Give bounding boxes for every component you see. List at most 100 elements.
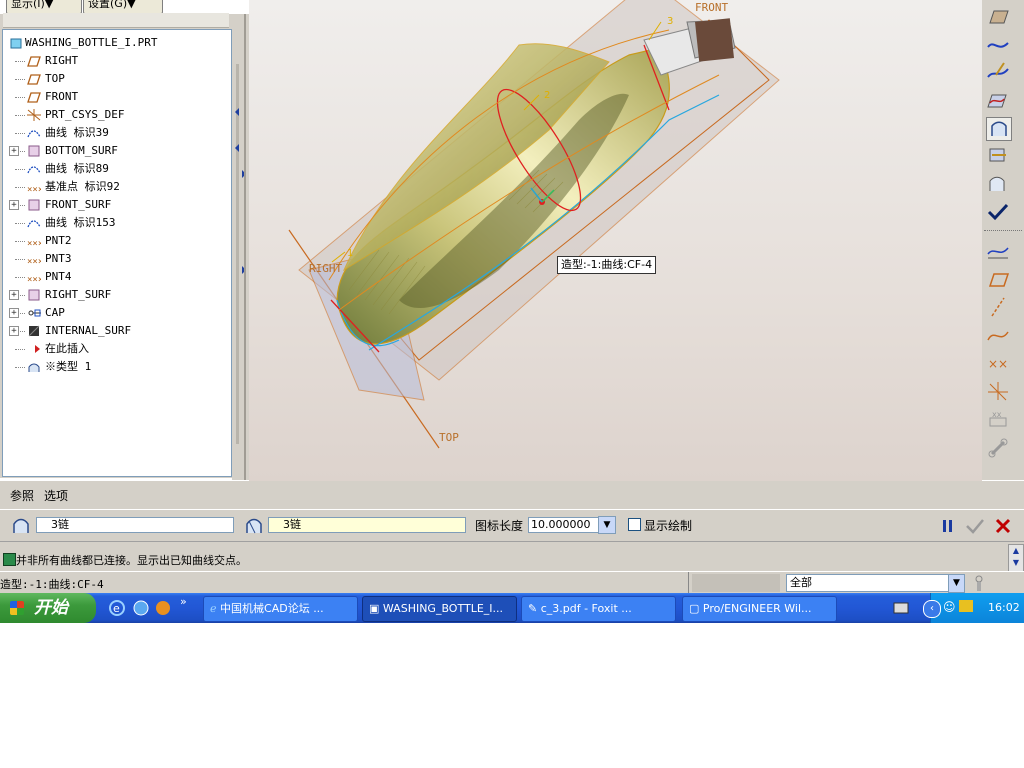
- filter-chevron-down-icon[interactable]: ▼: [948, 574, 965, 593]
- tree-item[interactable]: 曲线 标识39: [3, 124, 229, 142]
- surface-connect-icon[interactable]: [986, 145, 1010, 167]
- csys-tool-icon[interactable]: [986, 380, 1010, 402]
- expand-plus-icon[interactable]: +: [9, 308, 19, 318]
- datum-point-tool-icon[interactable]: ×××: [986, 352, 1010, 374]
- second-chain-field[interactable]: 3链: [268, 517, 466, 533]
- right-plane-label: RIGHT: [309, 262, 342, 275]
- create-curve-icon[interactable]: [986, 33, 1010, 55]
- tree-item[interactable]: ※类型 1: [3, 358, 229, 376]
- tab-options[interactable]: 选项: [44, 487, 68, 504]
- tree-item[interactable]: 曲线 标识153: [3, 214, 229, 232]
- csys-icon: [27, 109, 41, 121]
- message-scrollbar[interactable]: ▲ ▼: [1008, 544, 1024, 572]
- expand-plus-icon[interactable]: +: [9, 290, 19, 300]
- browser-quicklaunch-icon[interactable]: [132, 599, 150, 617]
- active-plane-icon[interactable]: [986, 5, 1010, 27]
- ok-check-icon[interactable]: [965, 517, 985, 535]
- tree-item-label: 曲线 标识153: [45, 216, 116, 229]
- drop-curve-icon[interactable]: [986, 61, 1010, 83]
- surface-trim-icon[interactable]: [986, 173, 1010, 195]
- tree-item-label: 曲线 标识39: [45, 126, 109, 139]
- curve-tag-3: 3: [667, 16, 673, 27]
- cancel-x-icon[interactable]: [994, 517, 1012, 535]
- task-cad-forum[interactable]: ℯ 中国机械CAD论坛 ...: [203, 596, 358, 622]
- tiger-quicklaunch-icon[interactable]: [154, 599, 172, 617]
- show-draft-checkbox[interactable]: [628, 518, 641, 531]
- ie-quicklaunch-icon[interactable]: e: [108, 599, 126, 617]
- tree-item[interactable]: TOP: [3, 70, 229, 88]
- icon-length-label: 图标长度: [475, 519, 524, 533]
- datum-axis-tool-icon[interactable]: [986, 296, 1010, 318]
- tree-item-label: 在此插入: [45, 342, 89, 355]
- curve-analysis-icon[interactable]: [986, 240, 1010, 262]
- tree-item-label: RIGHT: [45, 54, 79, 67]
- icon-length-select[interactable]: 10.000000: [528, 517, 604, 533]
- settings-menu-button[interactable]: 设置(G)▼: [83, 0, 163, 14]
- tree-item-label: PNT3: [45, 252, 72, 265]
- tree-item[interactable]: RIGHT: [3, 52, 229, 70]
- tree-item[interactable]: FRONT: [3, 88, 229, 106]
- tree-item[interactable]: ××× 基准点 标识92: [3, 178, 229, 196]
- expand-plus-icon[interactable]: +: [9, 146, 19, 156]
- first-chain-field[interactable]: 3链: [36, 517, 234, 533]
- tree-item-label: PRT_CSYS_DEF: [45, 108, 125, 121]
- pause-icon[interactable]: [940, 518, 956, 534]
- first-direction-icon[interactable]: [10, 515, 32, 537]
- task-label: Pro/ENGINEER Wil...: [702, 602, 812, 615]
- tree-item[interactable]: ××× PNT3: [3, 250, 229, 268]
- tree-item[interactable]: 在此插入: [3, 340, 229, 358]
- tree-item-label: CAP: [45, 306, 65, 319]
- tree-item[interactable]: + RIGHT_SURF: [3, 286, 229, 304]
- tree-connector: [15, 349, 25, 350]
- expand-plus-icon[interactable]: +: [9, 200, 19, 210]
- group-icon: [28, 309, 41, 317]
- tree-item[interactable]: ××× PNT4: [3, 268, 229, 286]
- tree-item[interactable]: PRT_CSYS_DEF: [3, 106, 229, 124]
- tree-item[interactable]: + INTERNAL_SURF: [3, 322, 229, 340]
- tree-item[interactable]: ××× PNT2: [3, 232, 229, 250]
- second-direction-icon[interactable]: [243, 515, 265, 537]
- tray-expand-icon[interactable]: ‹: [923, 600, 941, 618]
- task-washing-bottle[interactable]: ▣ WASHING_BOTTLE_I...: [362, 596, 517, 622]
- tree-item[interactable]: + CAP: [3, 304, 229, 322]
- style-toolbar: ××× xx: [982, 0, 1024, 480]
- start-button[interactable]: 开始: [0, 593, 96, 623]
- window-task-icon: ▢: [689, 602, 700, 615]
- display-menu-button[interactable]: 显示(I)▼: [6, 0, 82, 14]
- tree-connector: [15, 241, 25, 242]
- done-check-icon[interactable]: [986, 201, 1010, 223]
- expand-plus-icon[interactable]: +: [9, 326, 19, 336]
- keyboard-icon[interactable]: [893, 602, 909, 614]
- datum-point-icon: ×××: [27, 275, 41, 283]
- lock-icon: [975, 575, 983, 591]
- datum-point-icon: ×××: [27, 257, 41, 265]
- ime-tray-icon[interactable]: [959, 600, 973, 612]
- task-label: c_3.pdf - Foxit ...: [540, 602, 632, 615]
- tree-item-label: INTERNAL_SURF: [45, 324, 132, 337]
- bottle-model-graphic: 1 2 3 FRONT RIGHT TOP: [288, 0, 780, 449]
- tree-item[interactable]: WASHING_BOTTLE_I.PRT: [3, 34, 229, 52]
- curve-tag-2: 2: [544, 90, 550, 101]
- tree-item[interactable]: + FRONT_SURF: [3, 196, 229, 214]
- tree-connector: [15, 133, 25, 134]
- boundary-surface-icon[interactable]: [986, 117, 1012, 141]
- dashboard-tabs: 参照 选项: [0, 481, 1024, 509]
- part-icon: [10, 38, 22, 49]
- task-foxit-pdf[interactable]: ✎ c_3.pdf - Foxit ...: [521, 596, 676, 622]
- chevron-down-icon[interactable]: ▼: [598, 516, 616, 534]
- graphics-viewport[interactable]: 1 2 3 FRONT RIGHT TOP 造型:-1:曲线:CF-4: [249, 0, 982, 481]
- qq-tray-icon[interactable]: ☺: [943, 600, 956, 614]
- tree-item[interactable]: 曲线 标识89: [3, 160, 229, 178]
- system-tray: ‹ ☺ 16:02: [923, 593, 1024, 623]
- solid-surface-icon: [28, 325, 40, 337]
- tab-references[interactable]: 参照: [10, 487, 34, 504]
- sketch-curve-tool-icon[interactable]: [986, 324, 1010, 346]
- task-proengineer[interactable]: ▢ Pro/ENGINEER Wil...: [682, 596, 837, 622]
- quicklaunch-more-icon[interactable]: »: [180, 595, 187, 608]
- panel-splitter[interactable]: [232, 14, 249, 480]
- selection-filter-select[interactable]: 全部: [786, 574, 953, 592]
- curve-on-surface-icon[interactable]: [986, 89, 1010, 111]
- tree-item[interactable]: + BOTTOM_SURF: [3, 142, 229, 160]
- surface-icon: [28, 289, 40, 301]
- datum-plane-tool-icon[interactable]: [986, 268, 1010, 290]
